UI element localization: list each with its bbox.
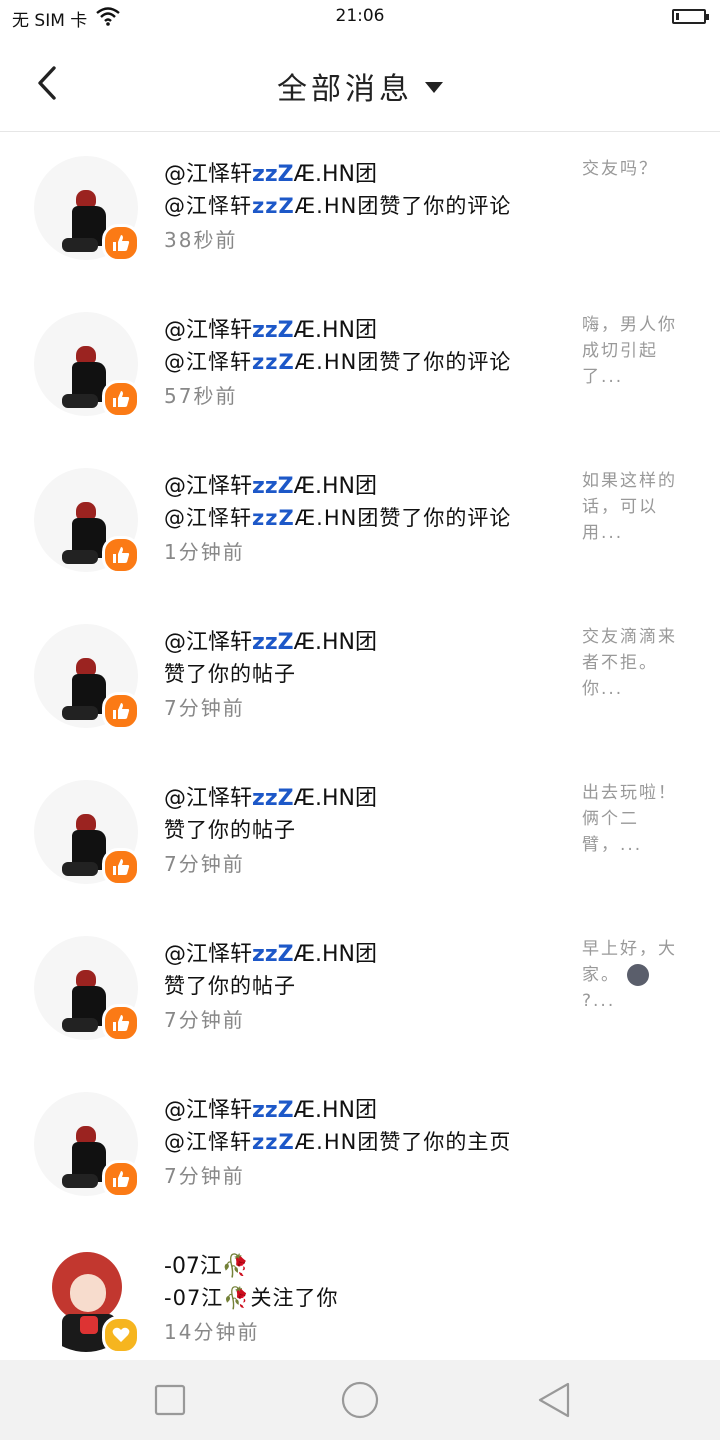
zzz-decoration: zzZ bbox=[252, 162, 294, 187]
status-time: 21:06 bbox=[335, 6, 385, 26]
thumbs-up-icon bbox=[102, 1004, 140, 1042]
thumbs-up-icon bbox=[102, 692, 140, 730]
status-bar: 无 SIM 卡 21:06 bbox=[0, 0, 720, 36]
sender-name: @江怿轩zzZÆ.HN团 bbox=[164, 162, 378, 187]
home-button[interactable] bbox=[338, 1378, 382, 1422]
sender-name: @江怿轩zzZÆ.HN团 bbox=[164, 474, 378, 499]
list-item[interactable]: @江怿轩zzZÆ.HN团 赞了你的帖子 7分钟前 交友滴滴来者不拒。你... bbox=[0, 600, 720, 756]
list-item[interactable]: -07江🥀 -07江🥀关注了你 14分钟前 bbox=[0, 1224, 720, 1380]
avatar[interactable] bbox=[34, 1092, 140, 1200]
avatar[interactable] bbox=[34, 312, 140, 420]
system-nav-bar bbox=[0, 1360, 720, 1440]
timestamp: 1分钟前 bbox=[164, 540, 245, 564]
back-nav-button[interactable] bbox=[532, 1378, 576, 1422]
zzz-decoration: zzZ bbox=[252, 1130, 295, 1154]
header: 全部消息 bbox=[0, 36, 720, 132]
message-text: 赞了你的帖子 bbox=[164, 974, 296, 998]
timestamp: 7分钟前 bbox=[164, 1164, 245, 1188]
timestamp: 7分钟前 bbox=[164, 696, 245, 720]
sender-name: @江怿轩zzZÆ.HN团 bbox=[164, 1098, 378, 1123]
list-item[interactable]: @江怿轩zzZÆ.HN团 @江怿轩zzZÆ.HN团赞了你的评论 38秒前 交友吗… bbox=[0, 132, 720, 288]
battery-icon bbox=[672, 9, 709, 24]
message-text: @江怿轩zzZÆ.HN团赞了你的评论 bbox=[164, 350, 512, 374]
message-text: @江怿轩zzZÆ.HN团赞了你的评论 bbox=[164, 506, 512, 530]
sender-name: @江怿轩zzZÆ.HN团 bbox=[164, 318, 378, 343]
list-item[interactable]: @江怿轩zzZÆ.HN团 @江怿轩zzZÆ.HN团赞了你的主页 7分钟前 bbox=[0, 1068, 720, 1224]
page-title: 全部消息 bbox=[277, 72, 413, 107]
post-snippet[interactable]: 早上好，大家。 ?... bbox=[582, 936, 686, 1014]
avatar[interactable] bbox=[34, 156, 140, 264]
zzz-decoration: zzZ bbox=[252, 1098, 294, 1123]
thumbs-up-icon bbox=[102, 848, 140, 886]
message-text: @江怿轩zzZÆ.HN团赞了你的评论 bbox=[164, 194, 512, 218]
post-snippet[interactable]: 如果这样的话，可以用... bbox=[582, 468, 686, 546]
timestamp: 7分钟前 bbox=[164, 1008, 245, 1032]
list-item[interactable]: @江怿轩zzZÆ.HN团 @江怿轩zzZÆ.HN团赞了你的评论 57秒前 嗨，男… bbox=[0, 288, 720, 444]
message-text: 赞了你的帖子 bbox=[164, 662, 296, 686]
post-snippet[interactable]: 嗨，男人你成切引起了... bbox=[582, 312, 686, 390]
zzz-decoration: zzZ bbox=[252, 318, 294, 343]
title-dropdown[interactable]: 全部消息 bbox=[0, 64, 720, 108]
zzz-decoration: zzZ bbox=[252, 194, 295, 218]
timestamp: 14分钟前 bbox=[164, 1320, 260, 1344]
list-item[interactable]: @江怿轩zzZÆ.HN团 赞了你的帖子 7分钟前 出去玩啦！俩个二臂，... bbox=[0, 756, 720, 912]
avatar[interactable] bbox=[34, 936, 140, 1044]
message-text: @江怿轩zzZÆ.HN团赞了你的主页 bbox=[164, 1130, 512, 1154]
sender-name: -07江🥀 bbox=[164, 1254, 250, 1279]
thumbs-up-icon bbox=[102, 380, 140, 418]
square-icon bbox=[154, 1384, 186, 1416]
message-text: -07江🥀关注了你 bbox=[164, 1286, 339, 1310]
snippet-tail: ?... bbox=[582, 991, 616, 1011]
timestamp: 57秒前 bbox=[164, 384, 238, 408]
triangle-back-icon bbox=[538, 1382, 570, 1418]
thumbs-up-icon bbox=[102, 536, 140, 574]
sender-name: @江怿轩zzZÆ.HN团 bbox=[164, 942, 378, 967]
zzz-decoration: zzZ bbox=[252, 786, 294, 811]
message-text: 赞了你的帖子 bbox=[164, 818, 296, 842]
post-snippet[interactable]: 交友滴滴来者不拒。你... bbox=[582, 624, 686, 702]
thumbs-up-icon bbox=[102, 224, 140, 262]
zzz-decoration: zzZ bbox=[252, 474, 294, 499]
avatar[interactable] bbox=[34, 468, 140, 576]
moon-emoji-icon bbox=[627, 964, 650, 986]
zzz-decoration: zzZ bbox=[252, 350, 295, 374]
sender-name: @江怿轩zzZÆ.HN团 bbox=[164, 630, 378, 655]
heart-icon bbox=[102, 1316, 140, 1354]
list-item[interactable]: @江怿轩zzZÆ.HN团 @江怿轩zzZÆ.HN团赞了你的评论 1分钟前 如果这… bbox=[0, 444, 720, 600]
thumbs-up-icon bbox=[102, 1160, 140, 1198]
timestamp: 38秒前 bbox=[164, 228, 238, 252]
avatar[interactable] bbox=[34, 1248, 140, 1356]
recent-apps-button[interactable] bbox=[148, 1378, 192, 1422]
post-snippet[interactable]: 交友吗？ bbox=[582, 156, 686, 182]
list-item[interactable]: @江怿轩zzZÆ.HN团 赞了你的帖子 7分钟前 早上好，大家。 ?... bbox=[0, 912, 720, 1068]
timestamp: 7分钟前 bbox=[164, 852, 245, 876]
zzz-decoration: zzZ bbox=[252, 630, 294, 655]
avatar[interactable] bbox=[34, 624, 140, 732]
zzz-decoration: zzZ bbox=[252, 942, 294, 967]
zzz-decoration: zzZ bbox=[252, 506, 295, 530]
circle-icon bbox=[341, 1381, 379, 1419]
message-list: @江怿轩zzZÆ.HN团 @江怿轩zzZÆ.HN团赞了你的评论 38秒前 交友吗… bbox=[0, 132, 720, 1380]
avatar[interactable] bbox=[34, 780, 140, 888]
sender-name: @江怿轩zzZÆ.HN团 bbox=[164, 786, 378, 811]
caret-down-icon bbox=[425, 82, 443, 93]
post-snippet[interactable]: 出去玩啦！俩个二臂，... bbox=[582, 780, 686, 858]
